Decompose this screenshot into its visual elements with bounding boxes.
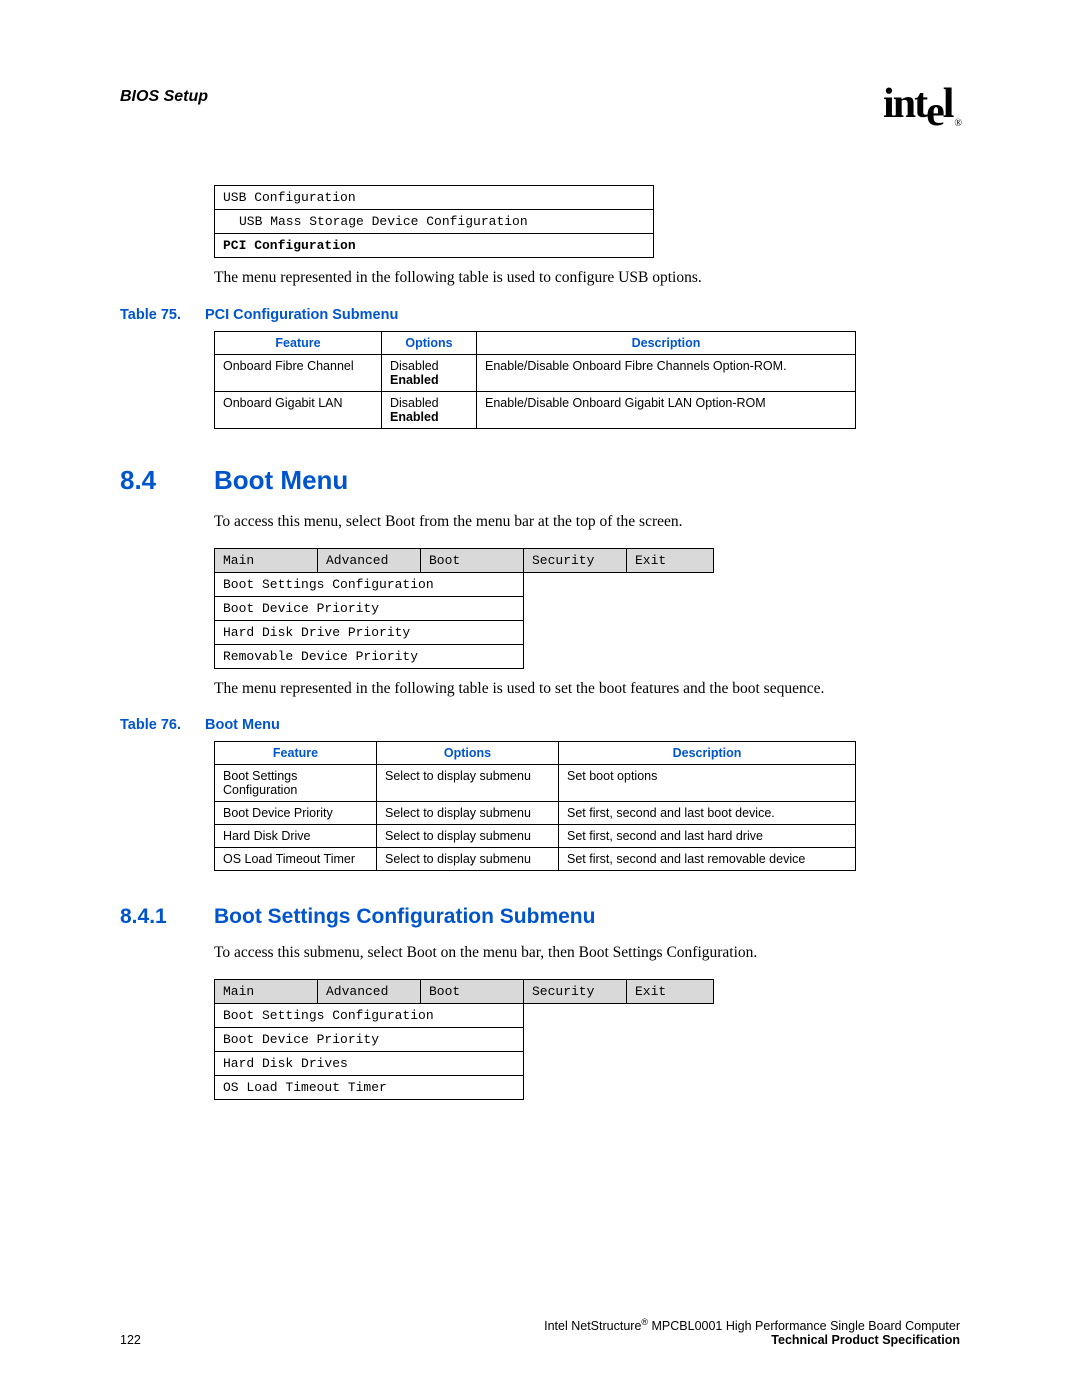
registered-symbol: ®	[954, 118, 960, 129]
content-area: USB Configuration USB Mass Storage Devic…	[214, 185, 960, 1100]
header-section-title: BIOS Setup	[120, 88, 208, 106]
pci-config-table: Feature Options Description Onboard Fibr…	[214, 331, 856, 429]
paragraph: To access this submenu, select Boot on t…	[214, 943, 960, 963]
caption-number: Table 75.	[120, 307, 181, 323]
menu-advanced: Advanced	[318, 548, 421, 572]
paragraph: The menu represented in the following ta…	[214, 679, 960, 699]
page: BIOS Setup intel® USB Configuration USB …	[0, 0, 1080, 1397]
paragraph: To access this menu, select Boot from th…	[214, 512, 960, 532]
usb-config-table: USB Configuration USB Mass Storage Devic…	[214, 185, 654, 258]
table-row: OS Load Timeout Timer Select to display …	[215, 847, 856, 870]
caption-title: PCI Configuration Submenu	[205, 307, 398, 323]
table-row: Boot Settings Configuration Select to di…	[215, 764, 856, 801]
menu-boot: Boot	[421, 979, 524, 1003]
col-options: Options	[382, 331, 477, 354]
table-row: OS Load Timeout Timer	[215, 1075, 524, 1099]
footer-right: Intel NetStructure® MPCBL0001 High Perfo…	[544, 1317, 960, 1347]
paragraph: The menu represented in the following ta…	[214, 268, 960, 288]
menu-security: Security	[524, 979, 627, 1003]
heading-boot-settings: 8.4.1 Boot Settings Configuration Submen…	[120, 905, 960, 929]
menu-security: Security	[524, 548, 627, 572]
menu-main: Main	[215, 979, 318, 1003]
heading-boot-menu: 8.4 Boot Menu	[120, 465, 960, 496]
caption-title: Boot Menu	[205, 717, 280, 733]
heading-title: Boot Menu	[214, 465, 348, 496]
table-row: Onboard Fibre Channel DisabledEnabled En…	[215, 354, 856, 391]
page-header: BIOS Setup intel®	[120, 80, 960, 129]
intel-logo: intel®	[883, 80, 960, 129]
menu-advanced: Advanced	[318, 979, 421, 1003]
table-row: Boot Settings Configuration	[215, 572, 524, 596]
table-row: Boot Device Priority	[215, 1027, 524, 1051]
table-row: Hard Disk Drive Select to display submen…	[215, 824, 856, 847]
table-row: Onboard Gigabit LAN DisabledEnabled Enab…	[215, 391, 856, 428]
menu-boot: Boot	[421, 548, 524, 572]
heading-number: 8.4	[120, 465, 214, 496]
boot-menu-table: Feature Options Description Boot Setting…	[214, 741, 856, 871]
heading-title: Boot Settings Configuration Submenu	[214, 905, 595, 929]
col-description: Description	[477, 331, 856, 354]
table-row: USB Mass Storage Device Configuration	[215, 210, 588, 234]
page-footer: 122 Intel NetStructure® MPCBL0001 High P…	[120, 1317, 960, 1347]
menu-exit: Exit	[627, 979, 714, 1003]
table-row: PCI Configuration	[215, 234, 588, 258]
table-row: Boot Device Priority	[215, 596, 524, 620]
col-description: Description	[559, 741, 856, 764]
boot-settings-menu-table: Main Advanced Boot Security Exit Boot Se…	[214, 979, 714, 1100]
heading-number: 8.4.1	[120, 905, 214, 929]
caption-number: Table 76.	[120, 717, 181, 733]
col-options: Options	[377, 741, 559, 764]
table-caption: Table 76. Boot Menu	[120, 717, 960, 733]
table-row: Removable Device Priority	[215, 644, 524, 668]
table-caption: Table 75. PCI Configuration Submenu	[120, 307, 960, 323]
table-row: Boot Device Priority Select to display s…	[215, 801, 856, 824]
page-number: 122	[120, 1333, 141, 1347]
footer-product: Intel NetStructure® MPCBL0001 High Perfo…	[544, 1317, 960, 1333]
table-row: Boot Settings Configuration	[215, 1003, 524, 1027]
col-feature: Feature	[215, 331, 382, 354]
menu-exit: Exit	[627, 548, 714, 572]
table-row: Hard Disk Drives	[215, 1051, 524, 1075]
table-row: USB Configuration	[215, 186, 588, 210]
table-row: Hard Disk Drive Priority	[215, 620, 524, 644]
footer-doc-title: Technical Product Specification	[544, 1333, 960, 1347]
boot-menu-bar-table: Main Advanced Boot Security Exit Boot Se…	[214, 548, 714, 669]
col-feature: Feature	[215, 741, 377, 764]
menu-main: Main	[215, 548, 318, 572]
